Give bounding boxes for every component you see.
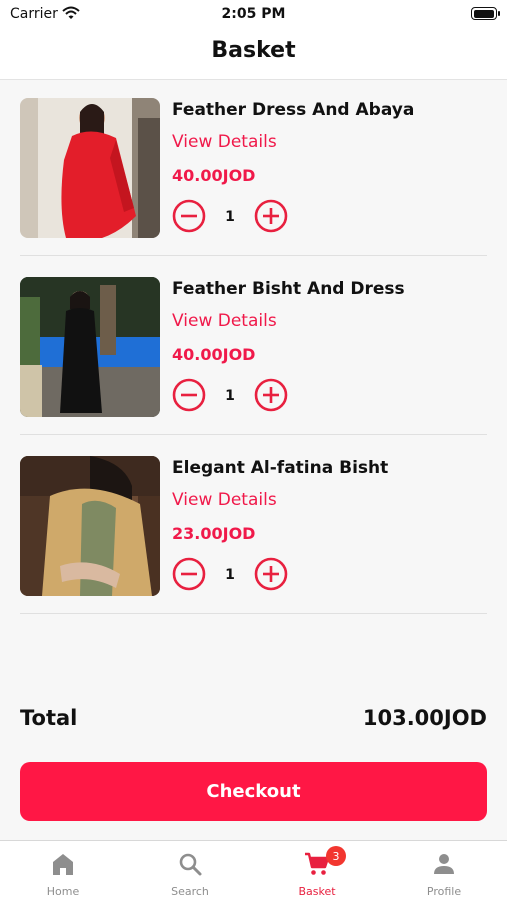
quantity-value: 1 bbox=[225, 209, 235, 225]
total-value: 103.00JOD bbox=[362, 706, 487, 730]
battery-level bbox=[473, 9, 494, 18]
total-label: Total bbox=[20, 706, 78, 730]
product-price: 23.00JOD bbox=[172, 524, 256, 543]
cart-badge: 3 bbox=[326, 846, 346, 866]
divider bbox=[20, 434, 487, 435]
nav-header: Basket bbox=[0, 30, 507, 80]
product-name: Feather Bisht And Dress bbox=[172, 279, 405, 299]
product-image[interactable] bbox=[20, 277, 160, 417]
divider bbox=[20, 255, 487, 256]
person-icon bbox=[434, 854, 454, 874]
plus-icon[interactable] bbox=[254, 199, 288, 233]
tab-search[interactable]: Search bbox=[127, 841, 253, 900]
tab-basket[interactable]: 3 Basket bbox=[254, 841, 380, 900]
checkout-label: Checkout bbox=[206, 781, 301, 802]
tab-profile[interactable]: Profile bbox=[381, 841, 507, 900]
basket-item: Elegant Al-fatina Bisht View Details 23.… bbox=[20, 456, 487, 614]
product-name: Elegant Al-fatina Bisht bbox=[172, 458, 389, 478]
tab-bar: Home Search 3 Basket Profile bbox=[0, 840, 507, 900]
product-image[interactable] bbox=[20, 98, 160, 238]
plus-icon[interactable] bbox=[254, 378, 288, 412]
quantity-value: 1 bbox=[225, 567, 235, 583]
view-details-link[interactable]: View Details bbox=[172, 490, 277, 510]
minus-icon[interactable] bbox=[172, 378, 206, 412]
home-icon bbox=[53, 854, 73, 875]
product-price: 40.00JOD bbox=[172, 166, 256, 185]
product-name: Feather Dress And Abaya bbox=[172, 100, 415, 120]
view-details-link[interactable]: View Details bbox=[172, 132, 277, 152]
basket-item: Feather Bisht And Dress View Details 40.… bbox=[20, 277, 487, 435]
quantity-value: 1 bbox=[225, 388, 235, 404]
tab-home[interactable]: Home bbox=[0, 841, 126, 900]
page-title: Basket bbox=[211, 38, 296, 63]
status-bar: Carrier 2:05 PM bbox=[0, 0, 507, 30]
minus-icon[interactable] bbox=[172, 557, 206, 591]
divider bbox=[20, 613, 487, 614]
plus-icon[interactable] bbox=[254, 557, 288, 591]
tab-label: Profile bbox=[426, 885, 462, 898]
view-details-link[interactable]: View Details bbox=[172, 311, 277, 331]
checkout-button[interactable]: Checkout bbox=[20, 762, 487, 821]
clock: 2:05 PM bbox=[221, 6, 286, 22]
search-icon bbox=[179, 853, 202, 876]
product-image[interactable] bbox=[20, 456, 160, 596]
tab-label: Search bbox=[171, 885, 209, 898]
tab-label: Home bbox=[46, 885, 80, 898]
product-price: 40.00JOD bbox=[172, 345, 256, 364]
basket-item: Feather Dress And Abaya View Details 40.… bbox=[20, 98, 487, 256]
minus-icon[interactable] bbox=[172, 199, 206, 233]
battery-icon bbox=[471, 7, 500, 20]
tab-label: Basket bbox=[298, 885, 336, 898]
